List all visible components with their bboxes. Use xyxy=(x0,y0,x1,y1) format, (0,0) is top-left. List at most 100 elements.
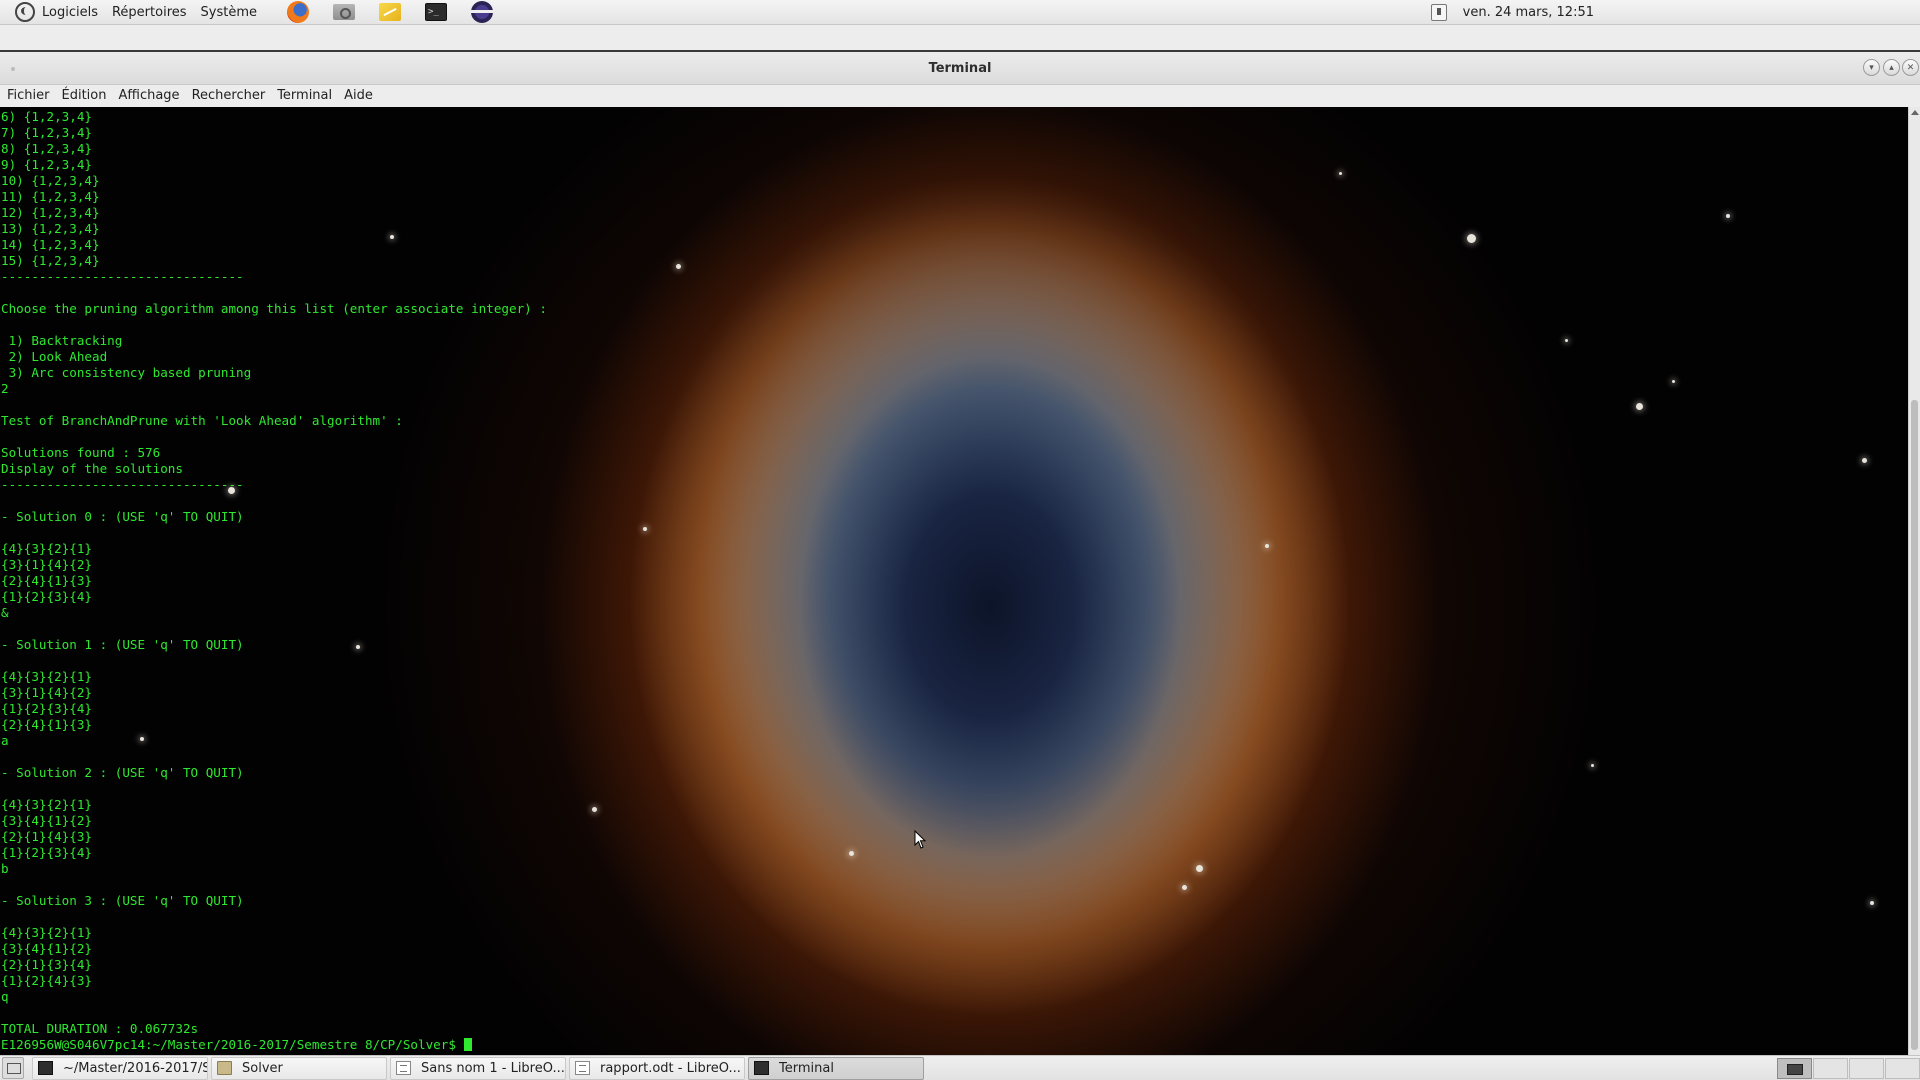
terminal-line: {2}{1}{3}{4} xyxy=(1,957,92,972)
applications-menu[interactable]: Logiciels xyxy=(8,0,105,25)
taskbar-item-libreoffice-rapport[interactable]: rapport.odt - LibreO... xyxy=(569,1056,745,1080)
terminal-line: {4}{3}{2}{1} xyxy=(1,797,92,812)
terminal-line: Choose the pruning algorithm among this … xyxy=(1,301,547,316)
terminal-text: 6) {1,2,3,4} 7) {1,2,3,4} 8) {1,2,3,4} 9) {… xyxy=(1,109,1901,1053)
terminal-line: 12) {1,2,3,4} xyxy=(1,205,100,220)
terminal-line: 6) {1,2,3,4} xyxy=(1,109,92,124)
maximize-button[interactable]: ▴ xyxy=(1883,59,1900,76)
terminal-line: 8) {1,2,3,4} xyxy=(1,141,92,156)
terminal-line: & xyxy=(1,605,9,620)
menu-search[interactable]: Rechercher xyxy=(188,85,274,107)
terminal-prompt-line[interactable]: E126956W@S046V7pc14:~/Master/2016-2017/S… xyxy=(1,1037,1901,1053)
scrollbar-thumb[interactable] xyxy=(1911,400,1918,1050)
taskbar-item-terminal[interactable]: Terminal xyxy=(748,1056,924,1080)
workspace-2[interactable] xyxy=(1813,1058,1848,1079)
terminal-icon: >_ xyxy=(425,3,448,21)
top-panel: Logiciels Répertoires Système >_ ven. 24… xyxy=(0,0,1920,25)
menu-edit[interactable]: Édition xyxy=(58,85,115,107)
show-desktop-icon[interactable] xyxy=(2,1057,24,1079)
notification-tray-icon[interactable] xyxy=(1430,4,1447,21)
minimize-button[interactable]: ▾ xyxy=(1863,59,1880,76)
terminal-line: 10) {1,2,3,4} xyxy=(1,173,100,188)
terminal-line: {3}{1}{4}{2} xyxy=(1,557,92,572)
system-menu-label: Système xyxy=(200,4,258,20)
terminal-line: - Solution 1 : (USE 'q' TO QUIT) xyxy=(1,637,244,652)
terminal-line: Test of BranchAndPrune with 'Look Ahead'… xyxy=(1,413,403,428)
menu-view[interactable]: Affichage xyxy=(114,85,187,107)
terminal-line: {2}{4}{1}{3} xyxy=(1,717,92,732)
terminal-menubar: Fichier Édition Affichage Rechercher Ter… xyxy=(0,85,1920,107)
terminal-line: a xyxy=(1,733,9,748)
document-icon xyxy=(575,1061,590,1075)
taskbar-item-label: rapport.odt - LibreO... xyxy=(600,1060,741,1076)
clock-area: ven. 24 mars, 12:51 xyxy=(1430,0,1594,25)
taskbar-item-terminal-path[interactable]: ~/Master/2016-2017/S... xyxy=(32,1056,208,1080)
close-button[interactable]: ✕ xyxy=(1902,59,1919,76)
menu-terminal[interactable]: Terminal xyxy=(273,85,340,107)
clock[interactable]: ven. 24 mars, 12:51 xyxy=(1463,5,1594,20)
taskbar-item-label: Terminal xyxy=(779,1060,834,1076)
window-title: Terminal xyxy=(928,60,992,76)
applications-menu-label: Logiciels xyxy=(42,4,98,20)
terminal-output-area[interactable]: 6) {1,2,3,4} 7) {1,2,3,4} 8) {1,2,3,4} 9) {… xyxy=(0,107,1908,1057)
notes-launcher[interactable] xyxy=(378,1,402,23)
workspace-4[interactable] xyxy=(1885,1058,1920,1079)
terminal-launcher[interactable]: >_ xyxy=(424,1,448,23)
files-icon xyxy=(333,4,356,20)
terminal-line: -------------------------------- xyxy=(1,477,244,492)
debian-logo-icon xyxy=(15,2,35,22)
firefox-launcher[interactable] xyxy=(286,1,310,23)
terminal-line: {2}{1}{4}{3} xyxy=(1,829,92,844)
eclipse-launcher[interactable] xyxy=(470,1,494,23)
system-menu[interactable]: Système xyxy=(194,0,264,25)
terminal-line: {2}{4}{1}{3} xyxy=(1,573,92,588)
terminal-line: {1}{2}{4}{3} xyxy=(1,973,92,988)
terminal-line: 14) {1,2,3,4} xyxy=(1,237,100,252)
eclipse-icon xyxy=(471,1,494,23)
terminal-icon xyxy=(754,1061,769,1075)
scroll-up-arrow-icon[interactable] xyxy=(1911,110,1919,115)
workspace-1[interactable] xyxy=(1777,1058,1812,1079)
bottom-taskbar: ~/Master/2016-2017/S... Solver Sans nom … xyxy=(0,1055,1920,1080)
menu-help[interactable]: Aide xyxy=(340,85,381,107)
places-menu[interactable]: Répertoires xyxy=(105,0,194,25)
workspace-3[interactable] xyxy=(1849,1058,1884,1079)
taskbar-item-label: ~/Master/2016-2017/S... xyxy=(63,1060,208,1076)
terminal-scrollbar[interactable] xyxy=(1908,107,1920,1057)
terminal-line: 13) {1,2,3,4} xyxy=(1,221,100,236)
taskbar-item-libreoffice-untitled[interactable]: Sans nom 1 - LibreO... xyxy=(390,1056,566,1080)
taskbar-item-label: Sans nom 1 - LibreO... xyxy=(421,1060,565,1076)
terminal-line: b xyxy=(1,861,9,876)
terminal-window: Terminal ▾ ▴ ✕ Fichier Édition Affichage… xyxy=(0,50,1920,1057)
terminal-line: 2 xyxy=(1,381,9,396)
terminal-line: {4}{3}{2}{1} xyxy=(1,541,92,556)
menu-file[interactable]: Fichier xyxy=(3,85,58,107)
terminal-line: {1}{2}{3}{4} xyxy=(1,701,92,716)
files-launcher[interactable] xyxy=(332,1,356,23)
text-cursor xyxy=(463,1038,472,1051)
taskbar-item-label: Solver xyxy=(242,1060,283,1076)
terminal-line: {1}{2}{3}{4} xyxy=(1,845,92,860)
taskbar-item-solver[interactable]: Solver xyxy=(211,1056,387,1080)
window-titlebar[interactable]: Terminal ▾ ▴ ✕ xyxy=(0,52,1920,85)
terminal-line: 15) {1,2,3,4} xyxy=(1,253,100,268)
notes-icon xyxy=(379,3,402,21)
terminal-line: 9) {1,2,3,4} xyxy=(1,157,92,172)
terminal-line: {4}{3}{2}{1} xyxy=(1,925,92,940)
window-menu-icon[interactable] xyxy=(11,67,15,71)
terminal-line: 7) {1,2,3,4} xyxy=(1,125,92,140)
folder-icon xyxy=(217,1061,232,1075)
terminal-line: 11) {1,2,3,4} xyxy=(1,189,100,204)
document-icon xyxy=(396,1061,411,1075)
terminal-line: 3) Arc consistency based pruning xyxy=(1,365,252,380)
firefox-icon xyxy=(287,1,310,23)
